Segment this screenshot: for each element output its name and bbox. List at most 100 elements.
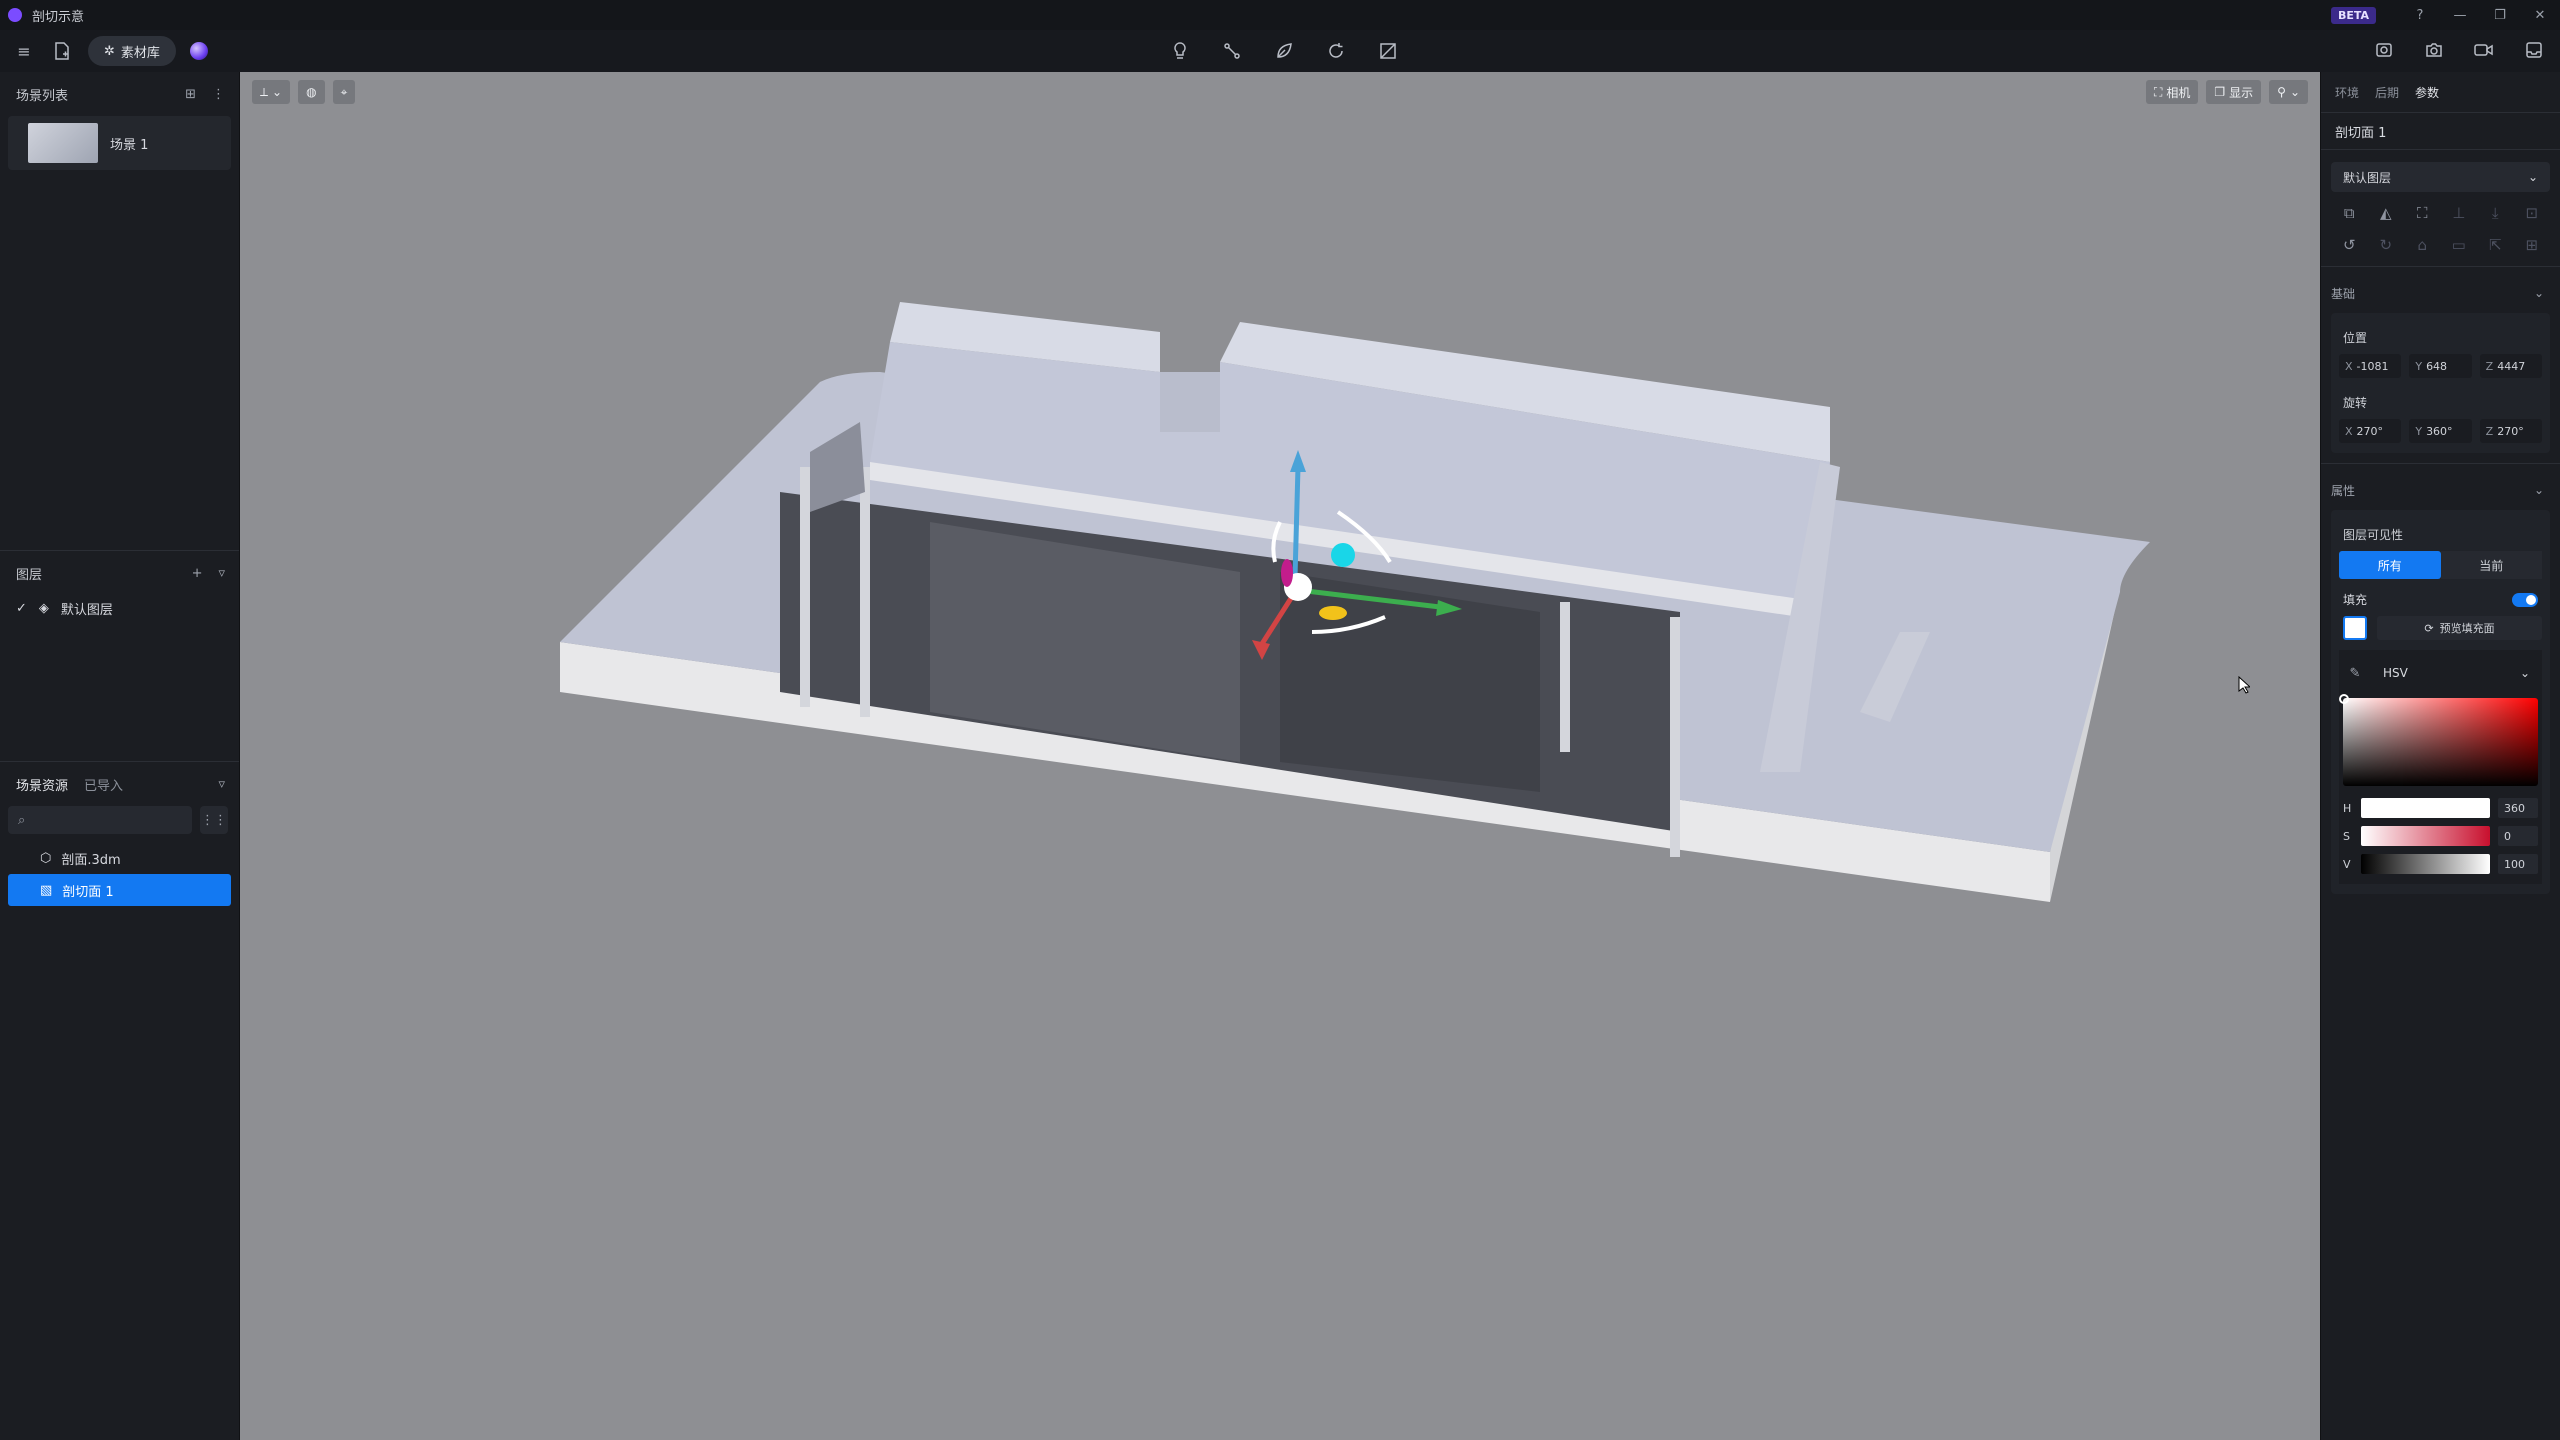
position-y-input[interactable]: Y 648 xyxy=(2409,354,2472,378)
section-plane-icon[interactable] xyxy=(1376,39,1400,63)
eyedropper-icon[interactable]: ✎ xyxy=(2343,666,2367,681)
minimize-button[interactable]: — xyxy=(2440,0,2480,30)
render-settings-icon[interactable] xyxy=(2372,38,2396,62)
value-input[interactable]: 100 xyxy=(2498,854,2538,874)
close-button[interactable]: ✕ xyxy=(2520,0,2560,30)
fill-color-row: ⟳ 预览填充面 xyxy=(2343,616,2542,640)
home-icon[interactable]: ⌂ xyxy=(2404,236,2441,254)
asset-item[interactable]: ⬡ 剖面.3dm xyxy=(8,842,231,874)
video-icon[interactable] xyxy=(2472,38,2496,62)
library-icon: ✲ xyxy=(104,43,115,59)
folder-icon[interactable]: ▭ xyxy=(2441,236,2478,254)
undo-icon[interactable]: ↺ xyxy=(2331,236,2368,254)
tab-post[interactable]: 后期 xyxy=(2375,84,2399,101)
rotation-y-input[interactable]: Y 360° xyxy=(2409,419,2472,443)
layer-dropdown[interactable]: 默认图层 ⌄ xyxy=(2331,162,2550,192)
color-mode-value: HSV xyxy=(2383,666,2408,680)
saturation-letter: S xyxy=(2343,829,2350,843)
mouse-cursor-icon xyxy=(2238,676,2250,694)
attributes-block: 图层可见性 所有 当前 填充 ⟳ 预览填充面 ✎ HSV ⌄ H 360 S 0… xyxy=(2331,510,2550,894)
tab-scene-assets[interactable]: 场景资源 xyxy=(16,775,68,794)
fill-label: 填充 xyxy=(2343,593,2368,607)
hue-row: H 360 xyxy=(2343,794,2538,822)
window-title: 剖切示意 xyxy=(32,9,85,25)
right-panel: 环境 后期 参数 剖切面 1 默认图层 ⌄ ⧉ ◭ ⛶ ⊥ ⤓ ⊡ ↺ ↻ ⌂ … xyxy=(2320,72,2560,1440)
hue-input[interactable]: 360 xyxy=(2498,798,2538,818)
color-mode-select[interactable]: HSV ⌄ xyxy=(2375,660,2538,686)
chevron-down-icon: ⌄ xyxy=(2533,286,2544,300)
saturation-value-area[interactable] xyxy=(2339,694,2538,786)
maximize-button[interactable]: ❐ xyxy=(2480,0,2520,30)
layers-title: 图层 xyxy=(16,567,43,583)
add-layer-icon[interactable]: + xyxy=(192,566,203,581)
hue-slider[interactable] xyxy=(2361,798,2490,818)
attributes-section-header[interactable]: 属性 ⌄ xyxy=(2321,470,2560,510)
duplicate-icon[interactable]: ⧉ xyxy=(2331,204,2368,222)
saturation-slider[interactable] xyxy=(2361,826,2490,846)
mirror-icon[interactable]: ◭ xyxy=(2368,204,2405,222)
filter-icon[interactable]: ▿ xyxy=(218,566,225,581)
asset-search-input[interactable]: ⌕ xyxy=(8,806,192,834)
rotation-x-input[interactable]: X 270° xyxy=(2339,419,2402,443)
value-slider[interactable] xyxy=(2361,854,2490,874)
building-model[interactable] xyxy=(240,72,2320,1440)
preview-fill-button[interactable]: ⟳ 预览填充面 xyxy=(2377,616,2542,640)
light-bulb-icon[interactable] xyxy=(1168,39,1192,63)
leaf-icon[interactable] xyxy=(1272,39,1296,63)
beta-badge: BETA xyxy=(2330,6,2376,24)
layer-dropdown-value: 默认图层 xyxy=(2343,170,2392,185)
add-scene-icon[interactable]: ⊞ xyxy=(185,87,196,102)
group-icon[interactable]: ⊡ xyxy=(2514,204,2551,222)
rotation-z-input[interactable]: Z 270° xyxy=(2479,419,2542,443)
inbox-icon[interactable] xyxy=(2522,38,2546,62)
tab-environment[interactable]: 环境 xyxy=(2335,84,2359,101)
rotation-label: 旋转 xyxy=(2343,396,2368,410)
tab-imported[interactable]: 已导入 xyxy=(84,775,123,794)
drop-icon[interactable]: ⤓ xyxy=(2477,204,2514,222)
camera-icon[interactable] xyxy=(2422,38,2446,62)
align-icon[interactable]: ⊥ xyxy=(2441,204,2478,222)
asset-search-row: ⌕ ⋮⋮ xyxy=(8,806,231,834)
path-icon[interactable] xyxy=(1220,39,1244,63)
position-fields: X -1081 Y 648 Z 4447 xyxy=(2339,354,2542,378)
saturation-input[interactable]: 0 xyxy=(2498,826,2538,846)
rotation-fields: X 270° Y 360° Z 270° xyxy=(2339,419,2542,443)
layer-visibility-label: 图层可见性 xyxy=(2343,528,2404,542)
position-x-input[interactable]: X -1081 xyxy=(2339,354,2402,378)
visibility-current-option[interactable]: 当前 xyxy=(2440,551,2542,579)
more-options-icon[interactable]: ⋮ xyxy=(212,87,225,102)
layers-icon: ◈ xyxy=(38,600,49,616)
tab-params[interactable]: 参数 xyxy=(2415,84,2439,101)
help-button[interactable]: ? xyxy=(2400,0,2440,30)
color-mode-row: ✎ HSV ⌄ xyxy=(2343,656,2538,690)
position-z-input[interactable]: Z 4447 xyxy=(2479,354,2542,378)
3d-viewport[interactable]: ⟂ ⌄ ◍ ⌖ ⛶ 相机 ❐ 显示 ⚲ ⌄ xyxy=(240,72,2320,1440)
menu-icon[interactable]: ≡ xyxy=(12,39,36,63)
layer-item[interactable]: ✓ ◈ 默认图层 xyxy=(0,595,239,621)
material-library-button[interactable]: ✲ 素材库 xyxy=(88,36,176,66)
rotate-icon[interactable] xyxy=(1324,39,1348,63)
search-icon: ⌕ xyxy=(18,812,26,828)
redo-icon[interactable]: ↻ xyxy=(2368,236,2405,254)
color-picker-knob[interactable] xyxy=(2339,694,2349,704)
visibility-all-option[interactable]: 所有 xyxy=(2339,551,2441,579)
chevron-down-icon: ⌄ xyxy=(2533,483,2544,497)
ai-orb-icon[interactable] xyxy=(189,42,208,60)
check-icon[interactable]: ✓ xyxy=(16,601,27,616)
filter-icon[interactable]: ▿ xyxy=(218,777,225,792)
preview-fill-label: 预览填充面 xyxy=(2439,622,2495,635)
fill-color-swatch[interactable] xyxy=(2343,616,2367,640)
scene-card[interactable]: 场景 1 xyxy=(8,116,231,170)
grid-view-icon[interactable]: ⋮⋮ xyxy=(200,806,228,834)
object-actions: ⧉ ◭ ⛶ ⊥ ⤓ ⊡ ↺ ↻ ⌂ ▭ ⇱ ⊞ xyxy=(2331,204,2550,254)
export-icon[interactable]: ⇱ xyxy=(2477,236,2514,254)
array-icon[interactable]: ⊞ xyxy=(2514,236,2551,254)
app-logo xyxy=(8,8,22,22)
property-tabs: 环境 后期 参数 xyxy=(2321,72,2560,112)
file-icon[interactable] xyxy=(50,39,74,63)
focus-icon[interactable]: ⛶ xyxy=(2404,204,2441,222)
asset-item-selected[interactable]: ▧ 剖切面 1 xyxy=(8,874,231,906)
basic-title: 基础 xyxy=(2331,286,2356,301)
basic-section-header[interactable]: 基础 ⌄ xyxy=(2321,273,2560,313)
fill-toggle[interactable] xyxy=(2512,592,2538,607)
